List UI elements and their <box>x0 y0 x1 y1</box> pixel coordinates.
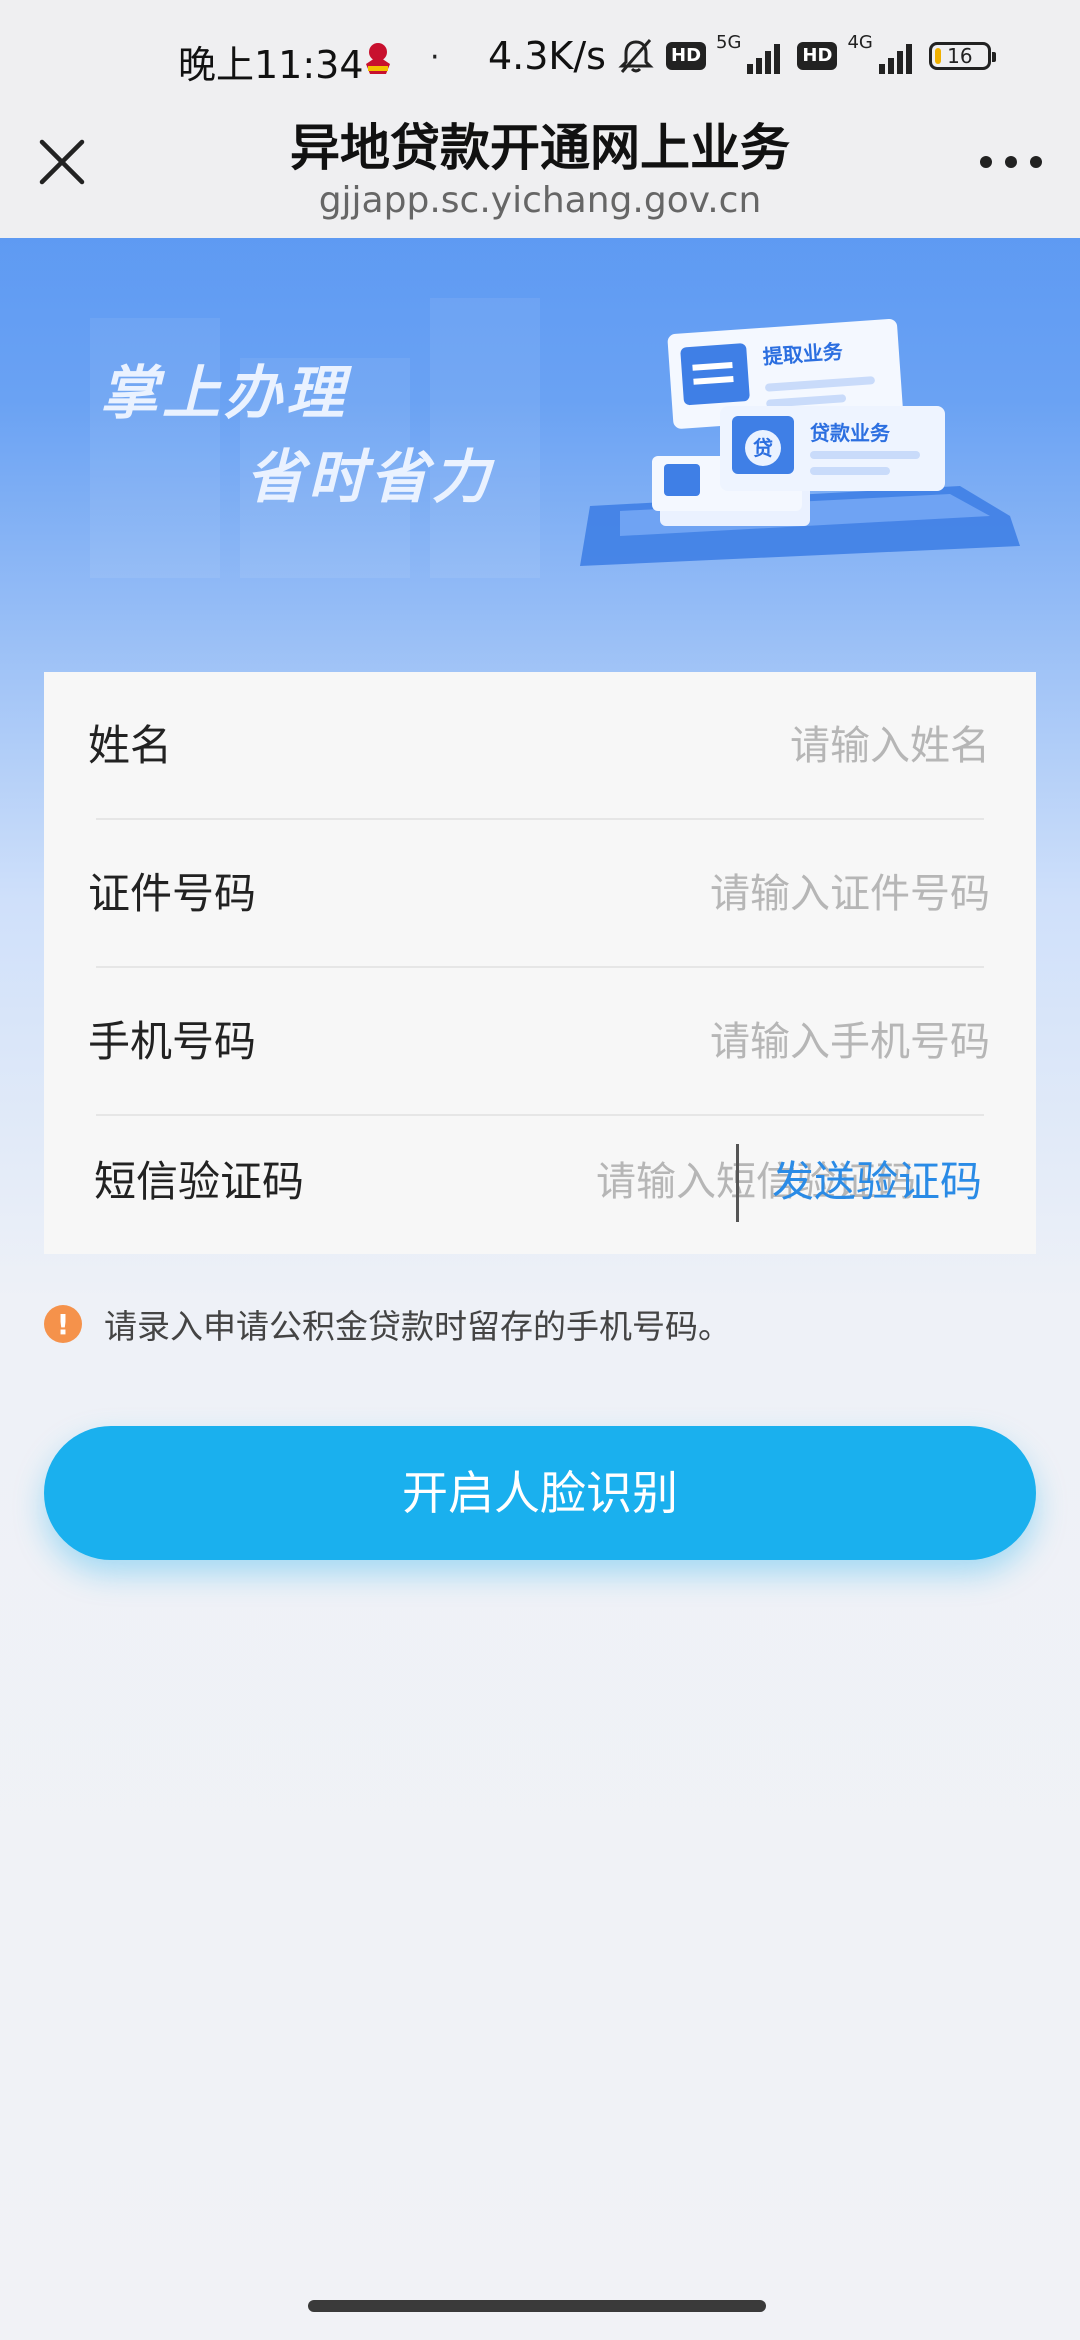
battery-level <box>934 48 941 64</box>
page-url: gjjapp.sc.yichang.gov.cn <box>318 180 762 221</box>
form-row-sms: 短信验证码 发送验证码 <box>44 1108 1036 1256</box>
signal-icon <box>878 44 912 74</box>
phone-input[interactable] <box>430 1006 990 1078</box>
coin-label: 贷 <box>753 436 773 460</box>
phone-label: 手机号码 <box>88 1017 257 1066</box>
phone-hint: ! 请录入申请公积金贷款时留存的手机号码。 <box>44 1302 731 1346</box>
form-card: 姓名 证件号码 手机号码 短信验证码 发送验证码 <box>44 672 1036 1254</box>
form-row-name: 姓名 <box>44 672 1036 820</box>
status-dot: · <box>430 40 440 75</box>
signal-icon <box>747 44 781 74</box>
card-loan: 贷 贷款业务 <box>720 406 945 491</box>
business-cards-illustration: 提取业务 贷 贷款业务 <box>580 318 1020 566</box>
name-input[interactable] <box>430 710 990 782</box>
arrow-icon <box>664 464 700 496</box>
hint-text: 请录入申请公积金贷款时留存的手机号码。 <box>104 1307 731 1346</box>
home-indicator[interactable] <box>308 2300 766 2312</box>
banner-slogan-line1: 掌上办理 <box>100 359 349 427</box>
battery-percent: 16 <box>947 44 973 68</box>
send-code-button[interactable]: 发送验证码 <box>772 1108 982 1256</box>
status-time: 晚上11:34 <box>178 43 364 87</box>
id-number-label: 证件号码 <box>88 869 257 918</box>
status-icons: HD 5G HD 4G 16 <box>616 32 996 78</box>
id-number-input[interactable] <box>430 858 990 930</box>
form-row-phone: 手机号码 <box>44 968 1036 1116</box>
page-title: 异地贷款开通网上业务 <box>290 119 790 177</box>
app-badge-icon <box>366 43 390 74</box>
top-bar: 晚上11:34 · 4.3K/s HD 5G HD 4G 16 异地贷款开通网上… <box>0 0 1080 238</box>
start-face-recognition-button[interactable]: 开启人脸识别 <box>44 1426 1036 1560</box>
form-row-id: 证件号码 <box>44 820 1036 968</box>
sms-code-label: 短信验证码 <box>94 1157 305 1206</box>
name-label: 姓名 <box>88 721 173 770</box>
battery-icon: 16 <box>928 42 996 70</box>
network-type-label: 4G <box>847 32 873 53</box>
page: 晚上11:34 · 4.3K/s HD 5G HD 4G 16 异地贷款开通网上… <box>0 0 1080 2340</box>
hd-badge: HD <box>797 42 838 70</box>
hd-badge: HD <box>666 42 707 70</box>
warning-icon: ! <box>44 1305 82 1343</box>
more-icon[interactable] <box>976 142 1046 182</box>
bell-muted-icon <box>618 39 654 73</box>
banner: 掌上办理 省时省力 提取业务 贷 贷款业务 <box>0 238 1080 678</box>
status-bar: 晚上11:34 · 4.3K/s HD 5G HD 4G 16 <box>0 0 1080 118</box>
network-speed: 4.3K/s <box>488 34 606 78</box>
sms-separator <box>736 1144 739 1222</box>
card-loan-label: 贷款业务 <box>810 421 891 445</box>
network-type-label: 5G <box>716 32 742 53</box>
banner-slogan-line2: 省时省力 <box>246 443 495 511</box>
